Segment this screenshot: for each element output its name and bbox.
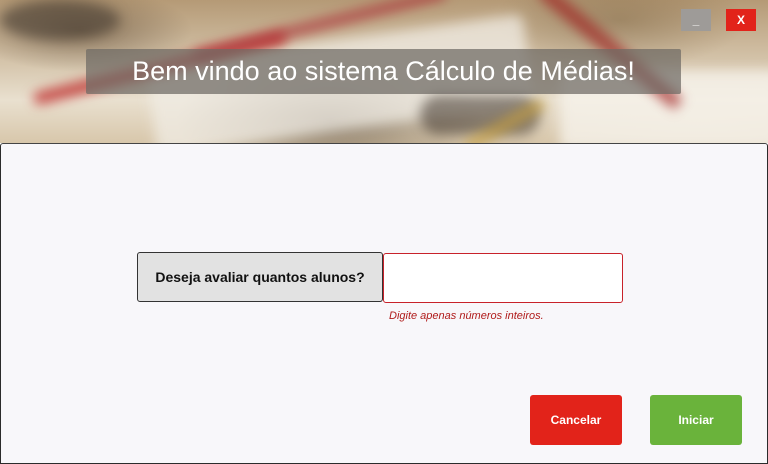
student-count-input[interactable] (383, 253, 623, 303)
app-window: Bem vindo ao sistema Cálculo de Médias! … (0, 0, 768, 464)
header-banner: Bem vindo ao sistema Cálculo de Médias! … (0, 0, 768, 143)
start-button[interactable]: Iniciar (650, 395, 742, 445)
input-hint: Digite apenas números inteiros. (389, 310, 544, 322)
student-count-label: Deseja avaliar quantos alunos? (137, 252, 383, 302)
cancel-button[interactable]: Cancelar (530, 395, 622, 445)
title-banner: Bem vindo ao sistema Cálculo de Médias! (86, 49, 681, 94)
page-title: Bem vindo ao sistema Cálculo de Médias! (132, 56, 635, 86)
minimize-button[interactable]: _ (681, 9, 711, 31)
close-button[interactable]: X (726, 9, 756, 31)
background-photo-shadow (0, 0, 120, 40)
